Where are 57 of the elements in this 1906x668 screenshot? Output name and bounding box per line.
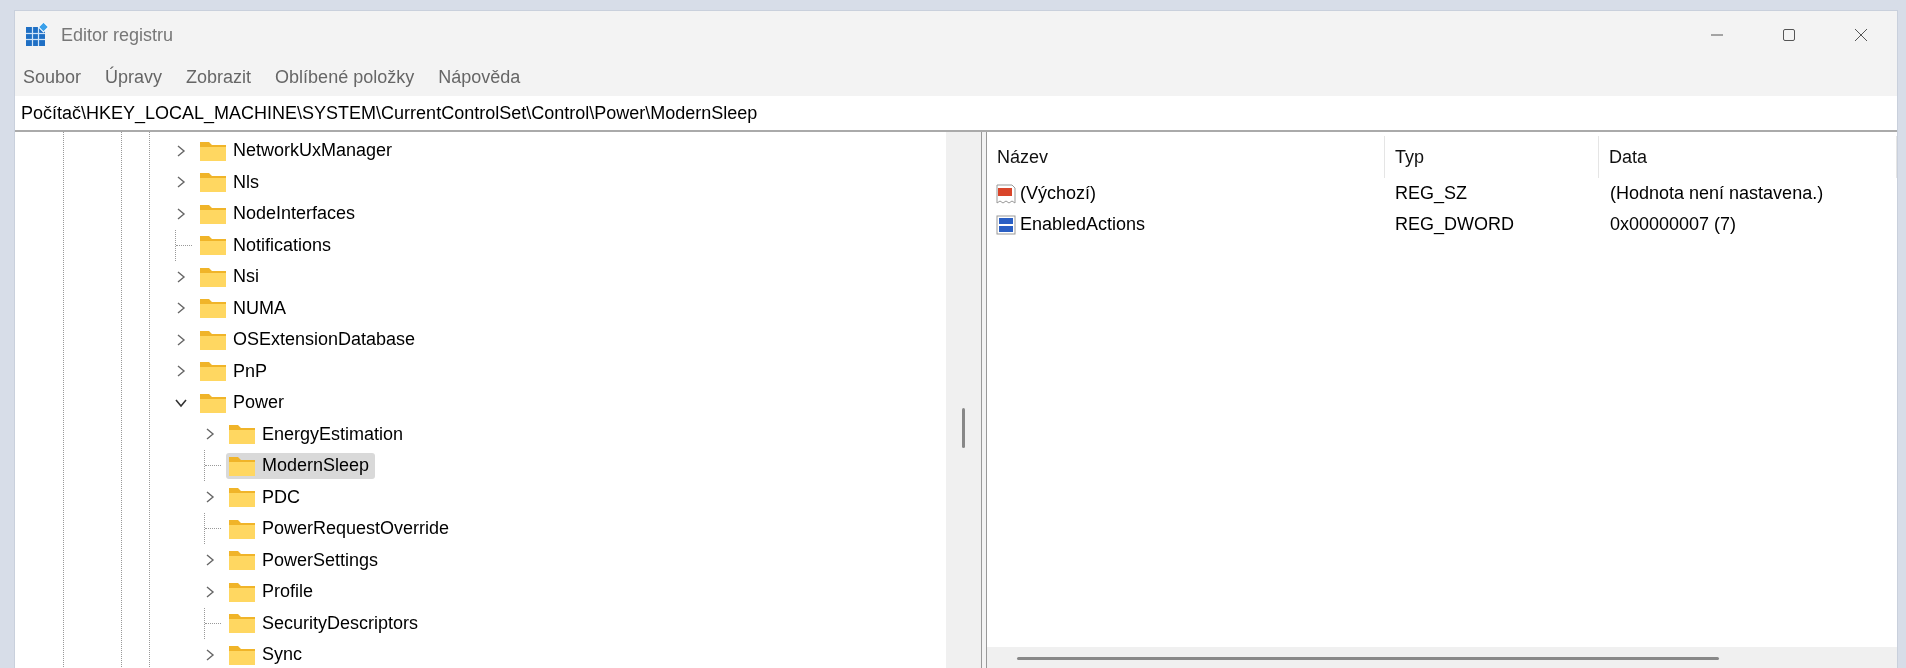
folder-icon bbox=[199, 328, 227, 351]
folder-icon bbox=[228, 486, 256, 509]
folder-icon bbox=[228, 643, 256, 666]
folder-icon bbox=[228, 549, 256, 572]
value-data: (Hodnota není nastavena.) bbox=[1609, 183, 1825, 204]
maximize-icon bbox=[1781, 27, 1797, 43]
tree-item[interactable]: PDC bbox=[226, 484, 306, 511]
value-data: 0x00000007 (7) bbox=[1609, 214, 1738, 235]
value-name: EnabledActions bbox=[1020, 214, 1146, 235]
tree-item[interactable]: NetworkUxManager bbox=[197, 137, 399, 164]
menu-item[interactable]: Soubor bbox=[23, 67, 82, 88]
folder-icon bbox=[199, 234, 227, 257]
menu-item[interactable]: Oblíbené položky bbox=[275, 67, 415, 88]
tree-item[interactable]: Nsi bbox=[197, 263, 265, 290]
scrollbar[interactable] bbox=[987, 647, 1897, 668]
column-header[interactable]: Data bbox=[1599, 136, 1897, 178]
tree-item[interactable]: PowerRequestOverride bbox=[226, 515, 456, 542]
value-type: REG_SZ bbox=[1394, 183, 1469, 204]
folder-icon bbox=[199, 265, 227, 288]
tree-item[interactable]: Nls bbox=[197, 169, 265, 196]
value-name: (Výchozí) bbox=[1020, 183, 1097, 204]
folder-icon bbox=[228, 517, 256, 540]
folder-icon bbox=[199, 202, 227, 225]
folder-icon bbox=[199, 297, 227, 320]
tree-item[interactable]: Power bbox=[197, 389, 291, 416]
tree-item[interactable]: PnP bbox=[197, 358, 274, 385]
tree-item[interactable]: SecurityDescriptors bbox=[226, 610, 425, 637]
folder-icon bbox=[228, 612, 256, 635]
tree-item[interactable]: Profile bbox=[226, 578, 320, 605]
tree-item[interactable]: NodeInterfaces bbox=[197, 200, 362, 227]
tree-item[interactable]: PowerSettings bbox=[226, 547, 385, 574]
value-type: REG_DWORD bbox=[1394, 214, 1515, 235]
folder-icon bbox=[228, 454, 256, 477]
binary-value-icon bbox=[995, 213, 1017, 236]
tree-item[interactable]: ModernSleep bbox=[226, 452, 376, 479]
tree-item[interactable]: OSExtensionDatabase bbox=[197, 326, 422, 353]
column-header[interactable]: Název bbox=[987, 136, 1385, 178]
folder-icon bbox=[199, 139, 227, 162]
string-value-icon bbox=[995, 182, 1017, 205]
column-header[interactable]: Typ bbox=[1385, 136, 1599, 178]
folder-icon bbox=[228, 580, 256, 603]
close-icon bbox=[1853, 27, 1869, 43]
tree-item[interactable]: NUMA bbox=[197, 295, 292, 322]
menu-item[interactable]: Úpravy bbox=[105, 67, 163, 88]
folder-icon bbox=[199, 391, 227, 414]
tree-item[interactable]: EnergyEstimation bbox=[226, 421, 410, 448]
tree-item[interactable]: Notifications bbox=[197, 232, 338, 259]
folder-icon bbox=[199, 360, 227, 383]
folder-icon bbox=[199, 171, 227, 194]
menu-item[interactable]: Nápověda bbox=[438, 67, 521, 88]
registry-editor-icon bbox=[25, 23, 49, 47]
menu-item[interactable]: Zobrazit bbox=[186, 67, 252, 88]
address-field[interactable]: Počítač\HKEY_LOCAL_MACHINE\SYSTEM\CurrentControlSet\Control\Power\ModernSleep bbox=[15, 96, 1897, 132]
folder-icon bbox=[228, 423, 256, 446]
tree-item[interactable]: Sync bbox=[226, 641, 309, 668]
window-title: Editor registru bbox=[61, 24, 174, 46]
minimize-icon bbox=[1711, 34, 1723, 36]
